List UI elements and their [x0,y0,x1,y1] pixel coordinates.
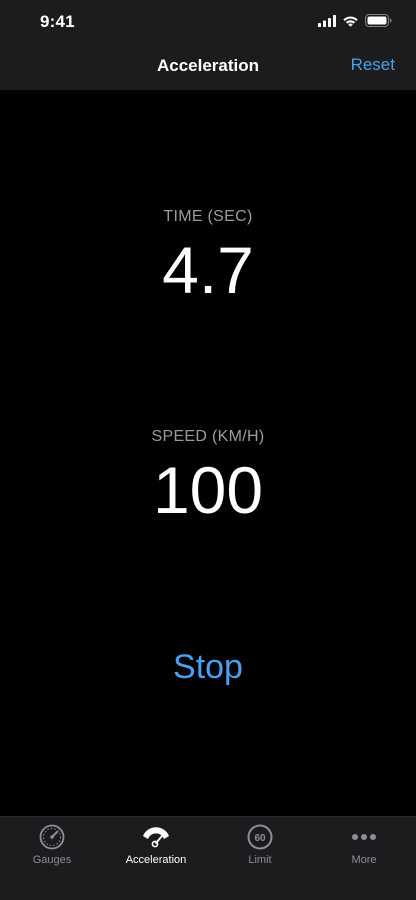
cellular-signal-icon [318,14,336,32]
stop-button[interactable]: Stop [108,644,308,690]
speed-limit-60-icon: 60 [245,824,275,850]
speed-value: 100 [152,453,264,527]
tab-more[interactable]: More [312,817,416,900]
status-icons [318,14,392,32]
status-bar: 9:41 [0,0,416,44]
reset-button[interactable]: Reset [351,55,395,75]
tab-label-acceleration: Acceleration [125,854,187,866]
tab-label-more: More [351,854,377,866]
speed-limit-icon-text: 60 [254,833,266,844]
time-label: TIME (SEC) [163,208,253,225]
time-value: 4.7 [162,233,254,307]
status-time: 9:41 [40,12,75,31]
acceleration-gauge-icon [141,824,171,850]
tab-label-limit: Limit [248,854,272,866]
tab-limit[interactable]: 60 Limit [208,817,312,900]
speedometer-gauge-icon [37,824,67,850]
more-dots-icon [349,824,379,850]
acceleration-screen: 9:41 Acceleration Reset TIME (SEC) 4.7 S… [0,0,416,900]
tab-acceleration[interactable]: Acceleration [104,817,208,900]
tab-label-gauges: Gauges [32,854,72,866]
navigation-bar: Acceleration Reset [0,44,416,90]
wifi-icon [342,14,359,32]
tab-gauges[interactable]: Gauges [0,817,104,900]
speed-label: SPEED (KM/H) [151,428,265,445]
battery-icon [365,14,392,32]
tab-bar: Gauges Acceleration 60 Limit More [0,816,416,900]
